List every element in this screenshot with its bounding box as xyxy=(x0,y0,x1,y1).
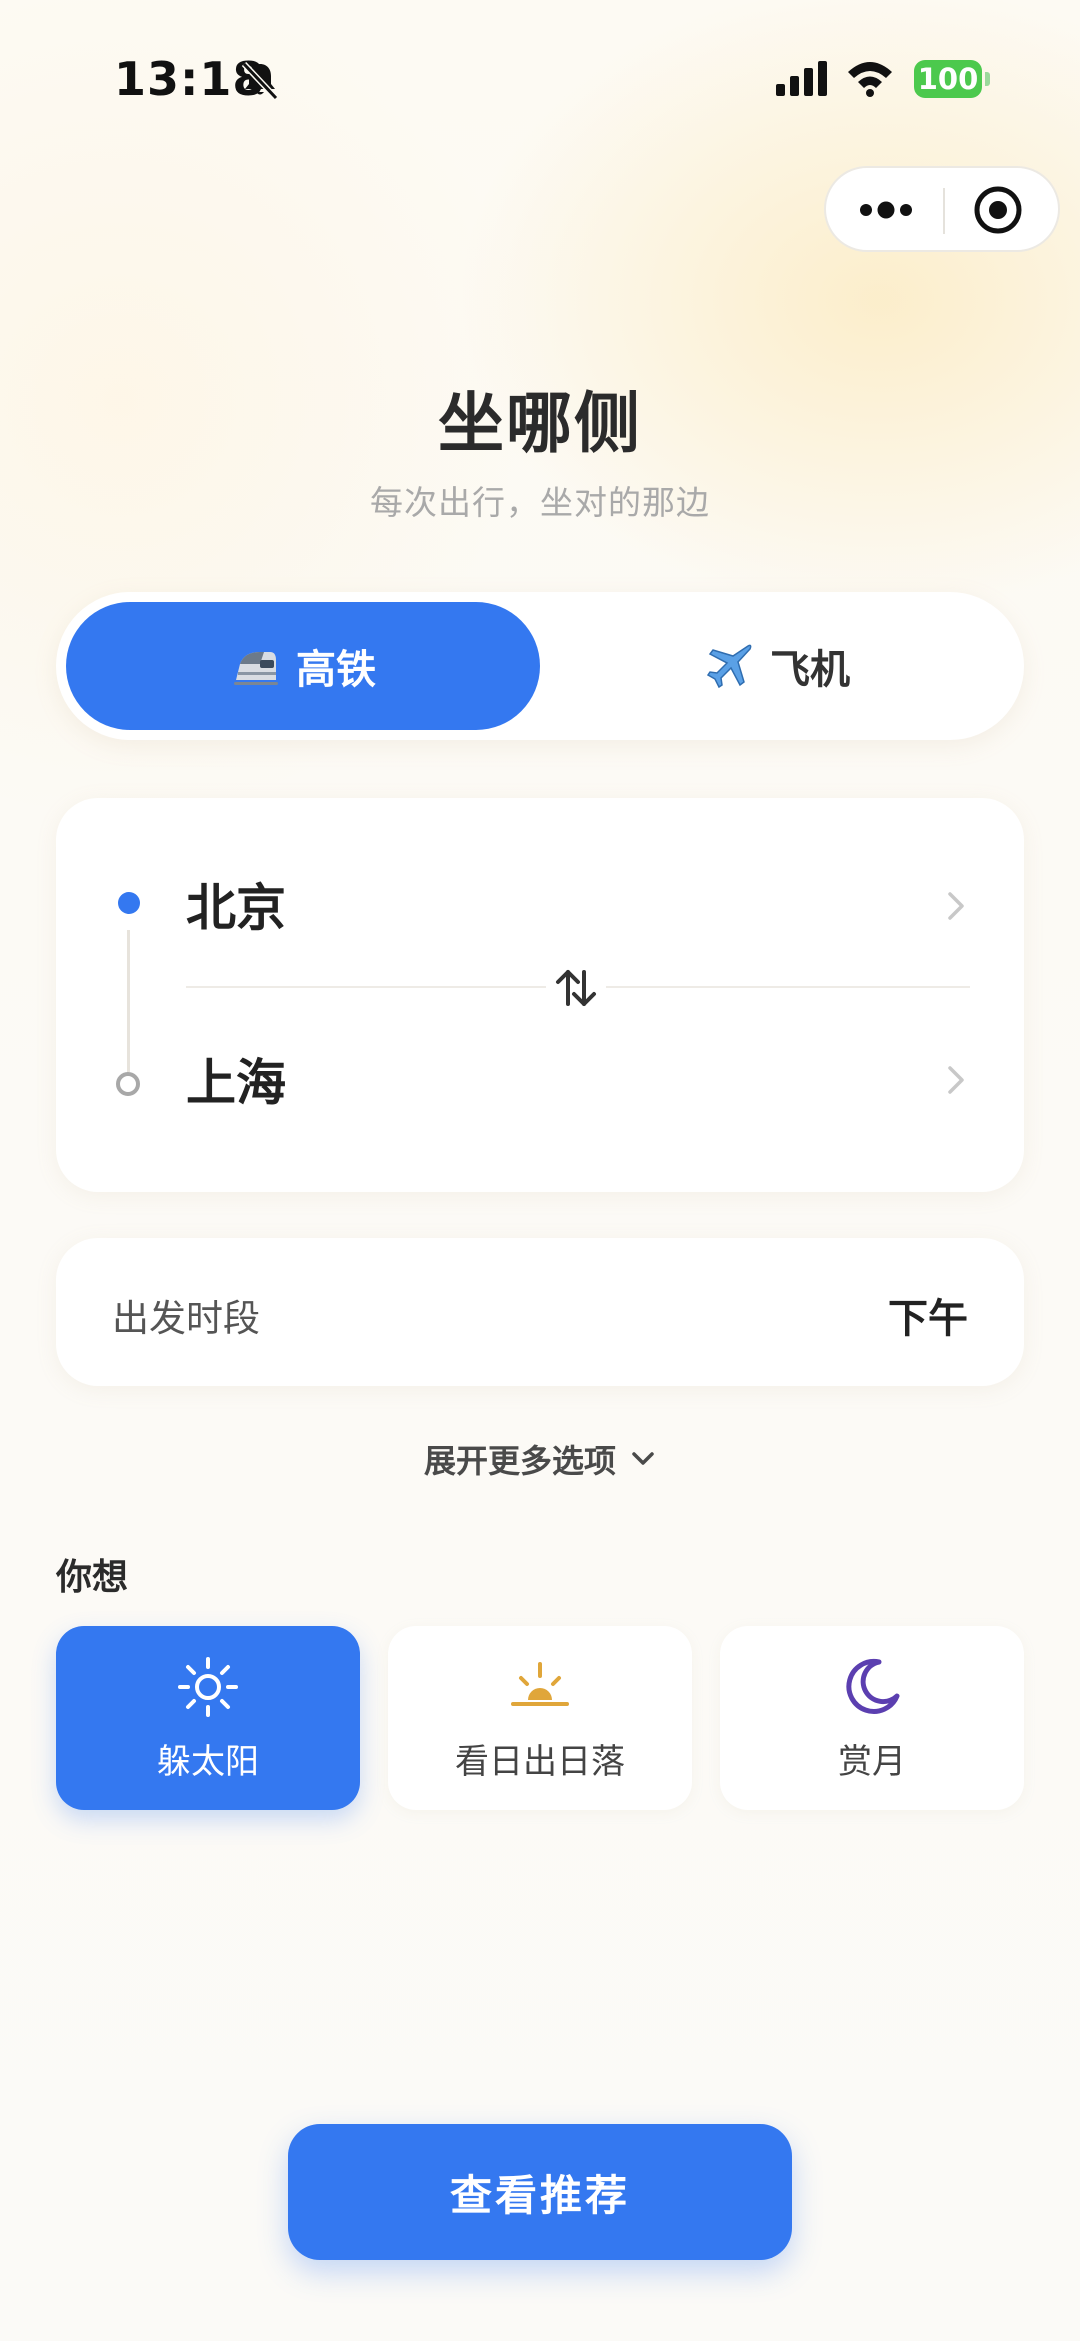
depart-time-value[interactable]: 下午 xyxy=(888,1286,968,1344)
view-recommendation-button[interactable]: 查看推荐 xyxy=(288,2124,792,2260)
page-subtitle: 每次出行，坐对的那边 xyxy=(370,483,710,522)
route-card: 北京 上海 xyxy=(56,798,1024,1192)
tab-airplane[interactable]: 飞机 xyxy=(540,602,1014,730)
close-target-icon[interactable] xyxy=(972,184,1024,236)
swap-icon[interactable] xyxy=(546,958,606,1018)
option-moon-viewing[interactable]: 赏月 xyxy=(720,1626,1024,1810)
moon-icon xyxy=(846,1658,900,1714)
capsule-divider xyxy=(943,188,945,234)
chevron-right-icon[interactable] xyxy=(944,886,968,926)
more-dots-icon[interactable] xyxy=(854,190,918,230)
battery-icon: 100 xyxy=(914,60,982,98)
chevron-down-icon xyxy=(632,1452,654,1465)
depart-time-label: 出发时段 xyxy=(112,1297,260,1340)
option-avoid-sun-label: 躲太阳 xyxy=(157,1741,259,1782)
page-title: 坐哪侧 xyxy=(438,385,642,462)
tab-high-speed-train-label: 高铁 xyxy=(296,647,376,693)
option-sunrise-sunset[interactable]: 看日出日落 xyxy=(388,1626,692,1810)
origin-city[interactable]: 北京 xyxy=(186,868,286,940)
tab-airplane-label: 飞机 xyxy=(770,647,850,693)
wifi-icon xyxy=(848,62,892,97)
chevron-right-icon[interactable] xyxy=(944,1060,968,1100)
origin-dot xyxy=(118,892,140,914)
option-sunrise-sunset-label: 看日出日落 xyxy=(455,1741,625,1782)
option-moon-viewing-label: 赏月 xyxy=(838,1741,906,1782)
expand-more-options[interactable]: 展开更多选项 xyxy=(0,1434,1080,1484)
battery-tip xyxy=(985,72,990,86)
destination-dot xyxy=(116,1072,140,1096)
bell-muted-icon xyxy=(241,61,279,101)
option-avoid-sun[interactable]: 躲太阳 xyxy=(56,1626,360,1810)
signal-icon xyxy=(776,61,827,96)
expand-more-label: 展开更多选项 xyxy=(423,1442,616,1480)
tab-high-speed-train[interactable]: 高铁 xyxy=(66,602,540,730)
airplane-icon xyxy=(706,644,752,689)
sun-icon xyxy=(178,1656,238,1717)
status-bar: 13:18 100 xyxy=(0,0,1080,160)
destination-city[interactable]: 上海 xyxy=(186,1043,286,1115)
sunrise-icon xyxy=(511,1661,569,1706)
transport-mode-switch: 高铁 飞机 xyxy=(56,592,1024,740)
high-speed-train-icon xyxy=(234,652,278,685)
route-line xyxy=(127,930,130,1072)
mini-program-capsule xyxy=(824,166,1060,252)
depart-time-row[interactable]: 出发时段 下午 xyxy=(56,1238,1024,1386)
want-section-label: 你想 xyxy=(56,1557,129,1598)
